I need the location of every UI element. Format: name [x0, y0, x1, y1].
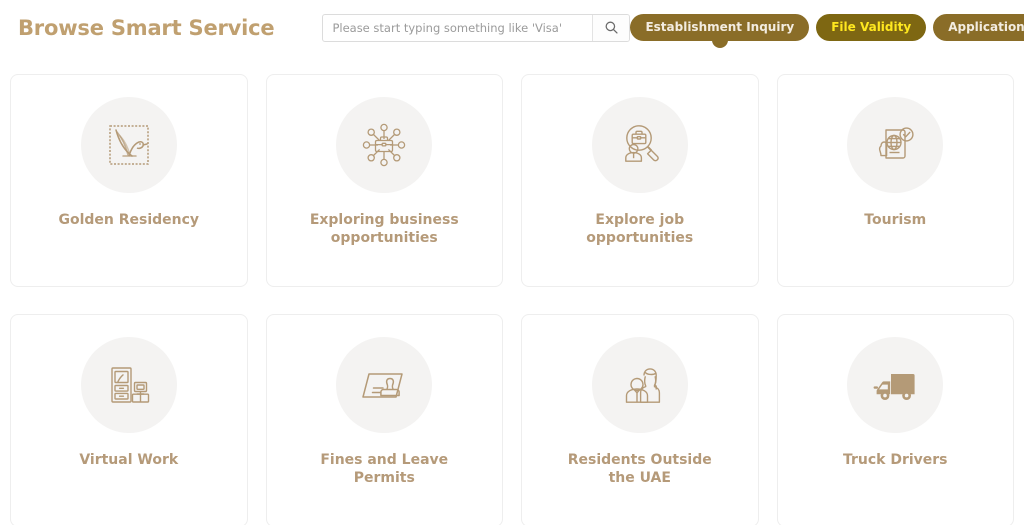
- stamp-document-icon: [356, 357, 412, 413]
- icon-container: [80, 337, 177, 433]
- service-card-label: Explore job opportunities: [586, 212, 694, 246]
- service-card-label: Fines and Leave Permits: [320, 452, 449, 486]
- service-card-exploring-business-opportunities[interactable]: Exploring business opportunities: [265, 74, 503, 287]
- service-card-label: Virtual Work: [79, 452, 179, 468]
- icon-container: [847, 97, 944, 193]
- icon-container: [336, 337, 433, 433]
- active-indicator-notch: [711, 40, 728, 48]
- service-card-label: Residents Outside the UAE: [567, 452, 712, 486]
- service-card-tourism[interactable]: Tourism: [776, 74, 1014, 287]
- service-card-explore-job-opportunities[interactable]: Explore job opportunities: [521, 74, 759, 287]
- service-card-golden-residency[interactable]: Golden Residency: [10, 74, 248, 287]
- service-card-fines-and-leave-permits[interactable]: Fines and Leave Permits: [265, 314, 503, 525]
- quick-action-buttons: Establishment Inquiry File Validity Appl…: [630, 14, 1024, 48]
- service-card-residents-outside-uae[interactable]: Residents Outside the UAE: [521, 314, 759, 525]
- icon-container: [80, 97, 177, 193]
- page-title: Browse Smart Service: [18, 15, 275, 40]
- pill-application-tracking[interactable]: Application Tracking: [933, 14, 1024, 41]
- service-card-label: Exploring business opportunities: [309, 212, 459, 246]
- icon-container: [591, 97, 688, 193]
- business-network-icon: [357, 118, 411, 172]
- two-people-icon: [613, 358, 667, 412]
- service-card-truck-drivers[interactable]: Truck Drivers: [776, 314, 1014, 525]
- truck-icon: [868, 358, 922, 412]
- search-input[interactable]: [323, 14, 593, 41]
- icon-container: [336, 97, 433, 193]
- icon-container: [847, 337, 944, 433]
- falcon-frame-icon: [103, 119, 155, 171]
- search-button[interactable]: [592, 14, 630, 41]
- pill-label: Application Tracking: [948, 20, 1024, 34]
- page-header: Browse Smart Service Establishment Inqui…: [0, 0, 1024, 55]
- pill-label: File Validity: [831, 20, 912, 34]
- home-office-icon: [102, 358, 156, 412]
- service-card-virtual-work[interactable]: Virtual Work: [10, 314, 248, 525]
- pill-establishment-inquiry[interactable]: Establishment Inquiry: [630, 14, 810, 48]
- icon-container: [591, 337, 688, 433]
- pill-label: Establishment Inquiry: [645, 20, 795, 34]
- browse-smart-service-page: Browse Smart Service Establishment Inqui…: [0, 0, 1024, 525]
- job-search-icon: [613, 118, 667, 172]
- pill-file-validity[interactable]: File Validity: [816, 14, 927, 41]
- service-card-label: Golden Residency: [58, 212, 200, 228]
- service-card-grid: Golden Residency Exploring business oppo…: [0, 74, 1024, 525]
- search-icon: [604, 20, 619, 35]
- passport-globe-icon: [868, 118, 922, 172]
- search-box: [322, 13, 631, 42]
- service-card-label: Truck Drivers: [842, 452, 948, 468]
- service-card-label: Tourism: [864, 212, 927, 228]
